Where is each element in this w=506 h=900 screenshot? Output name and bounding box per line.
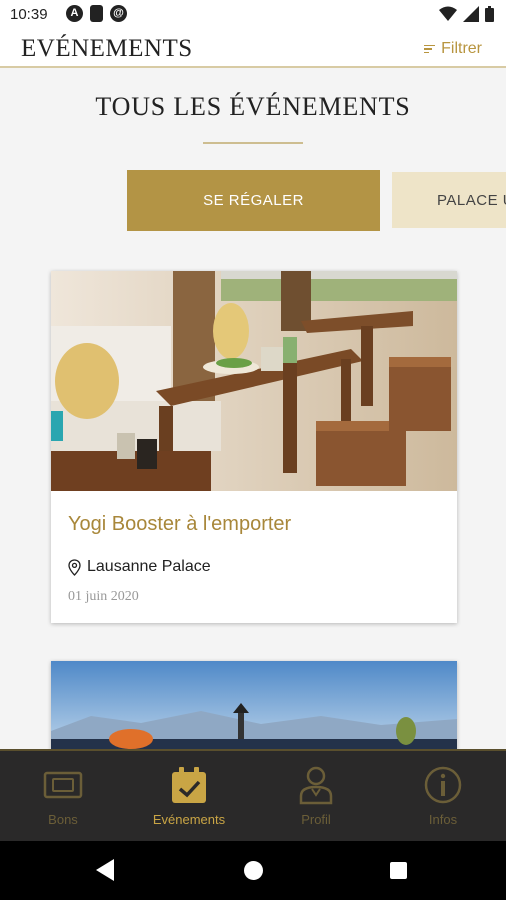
- location-pin-icon: [68, 558, 81, 576]
- user-icon: [299, 766, 333, 805]
- event-image: [51, 271, 457, 491]
- nav-item-profil[interactable]: Profil: [253, 751, 379, 843]
- nav-label: Profil: [301, 812, 331, 827]
- ticket-icon: [43, 771, 83, 799]
- nav-label: Infos: [428, 812, 458, 827]
- assistant-icon: A: [66, 5, 83, 22]
- event-card[interactable]: Yogi Booster à l'emporter Lausanne Palac…: [51, 271, 457, 623]
- chip-se-regaler[interactable]: SE RÉGALER: [127, 170, 380, 231]
- status-bar: 10:39 A @: [0, 0, 506, 30]
- info-icon: [424, 766, 462, 804]
- event-location-text: Lausanne Palace: [87, 558, 211, 575]
- event-date: 01 juin 2020: [68, 589, 139, 604]
- wifi-icon: [439, 6, 457, 21]
- app-header: EVÉNEMENTS Filtrer: [0, 30, 506, 68]
- event-image: [51, 661, 457, 749]
- nav-item-evenements[interactable]: Evénements: [126, 751, 252, 843]
- filter-icon: [424, 44, 436, 54]
- nav-label: Evénements: [152, 812, 226, 827]
- recent-apps-icon[interactable]: [390, 862, 407, 879]
- chip-label: PALACE U: [437, 191, 506, 209]
- signal-icon: [463, 6, 479, 22]
- filter-button[interactable]: Filtrer: [424, 40, 482, 58]
- system-nav-bar: [0, 841, 506, 900]
- nav-item-infos[interactable]: Infos: [380, 751, 506, 843]
- event-location: Lausanne Palace: [68, 558, 211, 576]
- filter-label: Filtrer: [441, 40, 482, 57]
- home-icon[interactable]: [244, 861, 263, 880]
- battery-icon: [485, 6, 494, 22]
- event-title: Yogi Booster à l'emporter: [68, 513, 292, 535]
- section-title: TOUS LES ÉVÉNEMENTS: [95, 92, 411, 121]
- bottom-nav: Bons Evénements Profil Infos: [0, 749, 506, 843]
- chip-label: SE RÉGALER: [203, 192, 304, 209]
- back-icon[interactable]: [96, 859, 114, 881]
- status-time: 10:39: [10, 6, 48, 23]
- calendar-check-icon: [172, 767, 206, 803]
- page-title: EVÉNEMENTS: [21, 35, 193, 62]
- sd-card-icon: [90, 5, 103, 22]
- nav-item-bons[interactable]: Bons: [0, 751, 126, 843]
- chip-palace[interactable]: PALACE U: [392, 172, 506, 228]
- nav-label: Bons: [48, 812, 78, 827]
- data-saver-icon: @: [110, 5, 127, 22]
- section-divider: [203, 142, 303, 144]
